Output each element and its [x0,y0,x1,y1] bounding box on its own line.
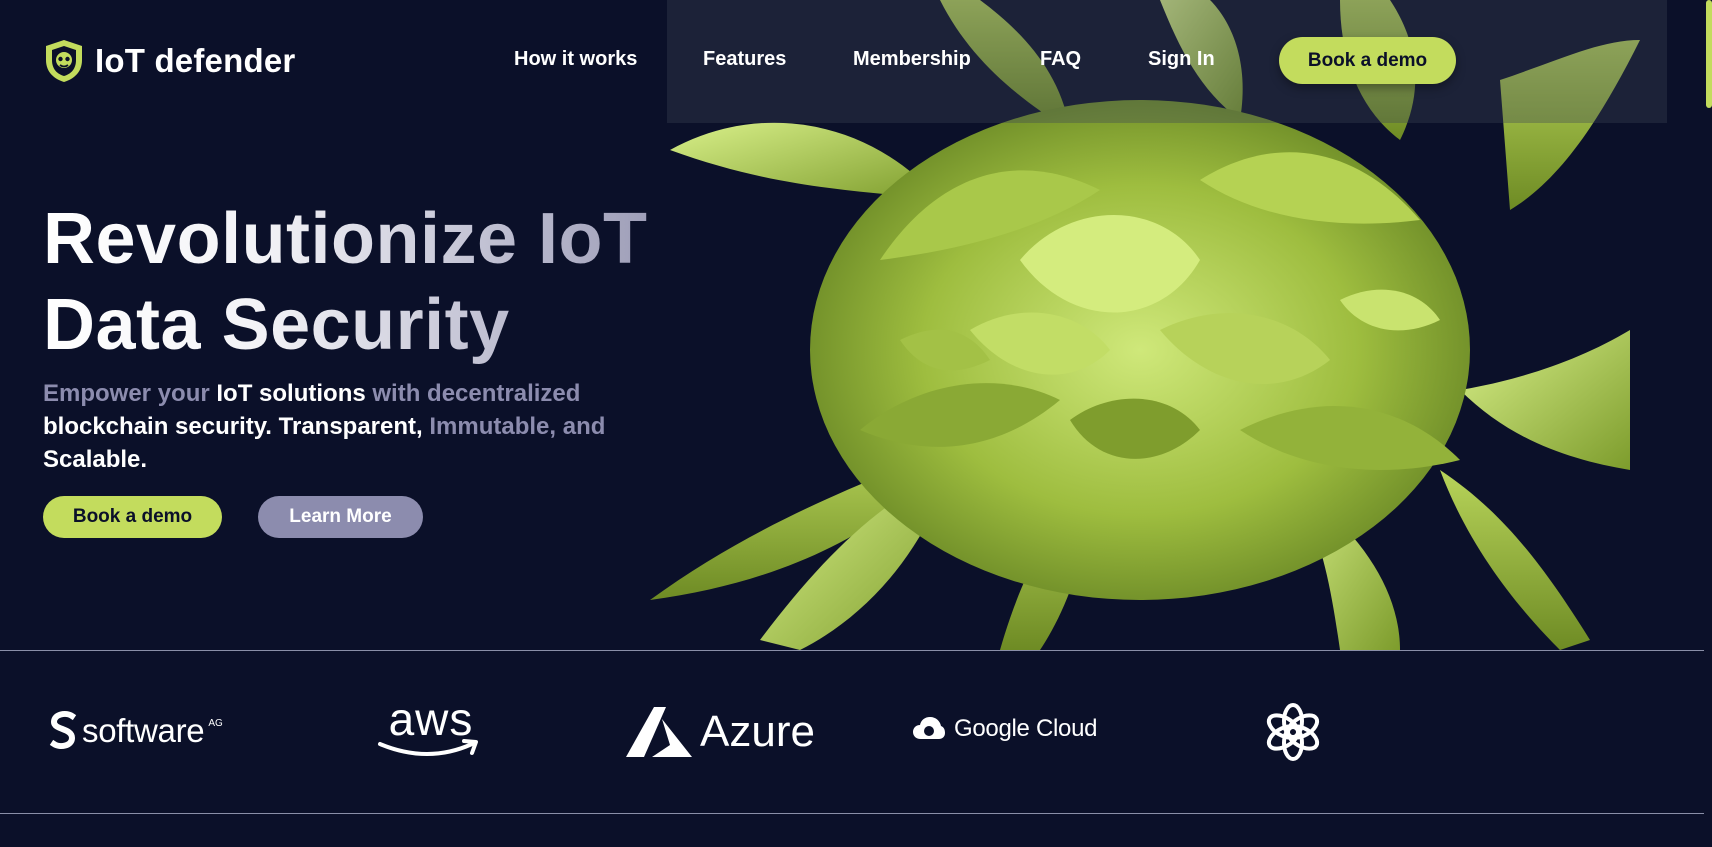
partner-azure: Azure [624,705,815,759]
site-header: IoT defender How it works Features Membe… [0,0,1712,123]
partner-aws: aws [376,693,486,760]
google-cloud-logo-icon [913,717,945,739]
partner-name: aws [388,693,474,745]
subtitle-part: Empower your [43,380,217,407]
header-book-demo-button[interactable]: Book a demo [1279,37,1456,84]
partner-suffix: AG [208,718,223,729]
subtitle-part: Scalable. [43,446,148,473]
hero-title-line1: Revolutionize IoT [43,199,648,279]
nav-features[interactable]: Features [703,48,786,71]
nav-how-it-works[interactable]: How it works [514,48,637,71]
software-ag-logo-icon [49,711,77,749]
partner-software-ag: software AG [48,710,223,752]
nav-faq[interactable]: FAQ [1040,48,1081,71]
section-divider [0,650,1704,651]
subtitle-part: with decentralized [365,380,581,407]
partner-name: Azure [700,707,815,756]
azure-logo-icon [626,707,692,757]
subtitle-part: Immutable, and [429,413,606,440]
partner-google-cloud: Google Cloud [912,715,1097,743]
section-divider [0,813,1704,814]
aws-logo-icon [378,739,478,756]
hero-book-demo-button[interactable]: Book a demo [43,496,222,538]
hero-learn-more-button[interactable]: Learn More [258,496,423,538]
partner-openai [1262,701,1324,763]
partner-name: software [82,712,205,749]
nav-sign-in[interactable]: Sign In [1148,48,1215,71]
partner-name: Google Cloud [954,715,1098,742]
hero-subtitle: Empower your IoT solutions with decentra… [43,377,673,476]
subtitle-part: IoT solutions [216,380,366,407]
hero-title-line2: Data Security [43,285,510,365]
hero-title: Revolutionize IoT Data Security [43,196,683,368]
nav-membership[interactable]: Membership [853,48,971,71]
scrollbar-thumb[interactable] [1706,0,1712,108]
openai-logo-icon [1266,703,1320,761]
subtitle-part: blockchain security. Transparent, [43,413,430,440]
